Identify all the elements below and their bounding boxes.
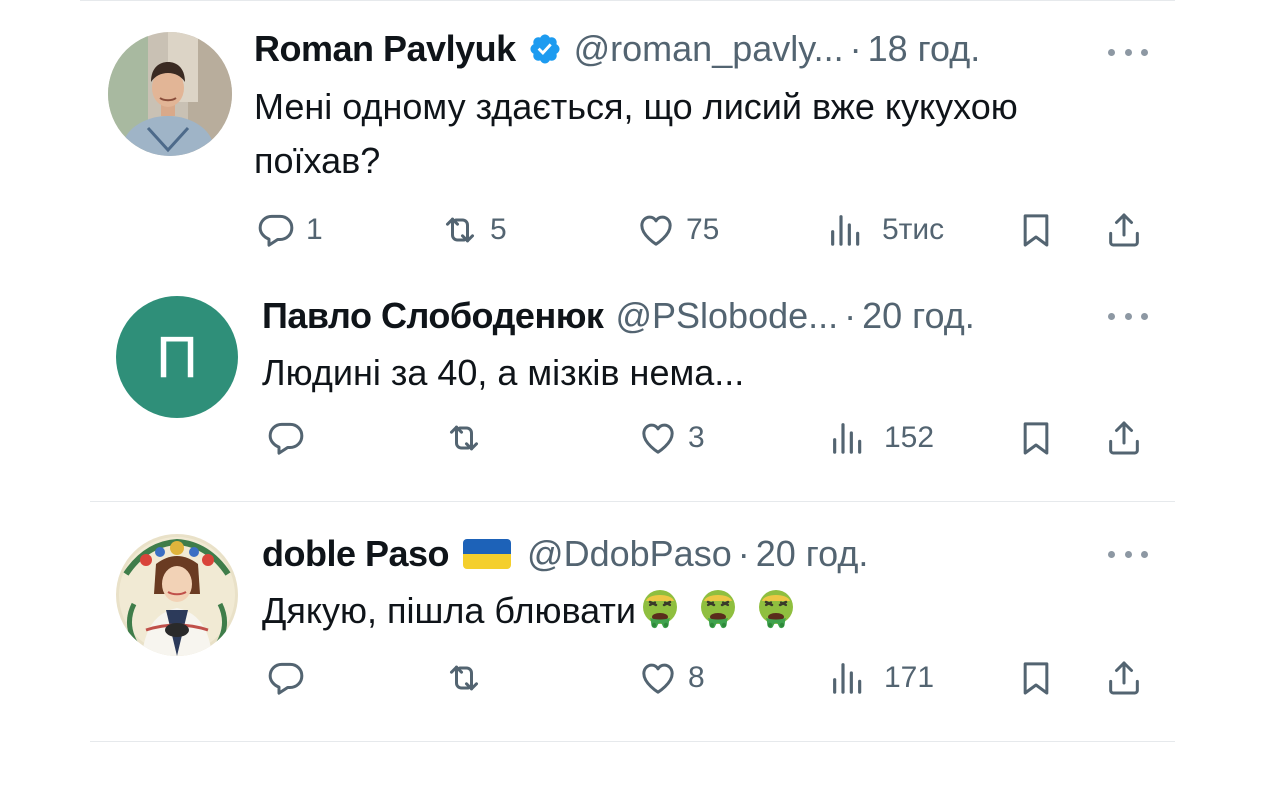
reply-icon bbox=[266, 658, 306, 698]
reply-button[interactable]: 1 bbox=[256, 210, 323, 250]
reply-icon bbox=[266, 418, 306, 458]
reply-button[interactable] bbox=[266, 418, 316, 458]
tweet-actions: 3 152 bbox=[0, 418, 1280, 468]
separator-dot: · bbox=[849, 28, 862, 69]
verified-badge-icon bbox=[528, 32, 562, 66]
share-button[interactable] bbox=[1104, 210, 1144, 250]
views-icon bbox=[828, 658, 868, 698]
views-icon bbox=[826, 210, 866, 250]
display-name[interactable]: Roman Pavlyuk bbox=[254, 27, 516, 71]
tweet-actions: 1 5 75 5тис bbox=[0, 210, 1280, 260]
tweet-pavlo-slobodeniuk[interactable]: П Павло Слободенюк @PSlobode... · 20 год… bbox=[0, 280, 1280, 502]
timestamp[interactable]: 20 год. bbox=[756, 532, 869, 576]
display-name[interactable]: Павло Слободенюк bbox=[262, 294, 604, 338]
like-count: 8 bbox=[688, 661, 705, 694]
share-button[interactable] bbox=[1104, 418, 1144, 458]
views-button[interactable]: 171 bbox=[828, 658, 934, 698]
like-icon bbox=[636, 210, 676, 250]
views-count: 171 bbox=[884, 661, 935, 694]
bookmark-button[interactable] bbox=[1016, 418, 1056, 458]
like-button[interactable]: 3 bbox=[638, 418, 705, 458]
more-icon[interactable] bbox=[1108, 46, 1148, 58]
avatar-pavlo-slobodeniuk[interactable]: П bbox=[116, 296, 238, 418]
reply-button[interactable] bbox=[266, 658, 316, 698]
reply-count: 1 bbox=[306, 213, 323, 246]
like-button[interactable]: 8 bbox=[638, 658, 705, 698]
tweet-divider bbox=[90, 741, 1175, 742]
share-icon bbox=[1104, 418, 1144, 458]
views-icon bbox=[828, 418, 868, 458]
tweet-actions: 8 171 bbox=[0, 658, 1280, 708]
like-button[interactable]: 75 bbox=[636, 210, 719, 250]
share-button[interactable] bbox=[1104, 658, 1144, 698]
views-count: 152 bbox=[884, 421, 935, 454]
like-count: 3 bbox=[688, 421, 705, 454]
avatar-doble-paso[interactable] bbox=[116, 534, 238, 656]
retweet-icon bbox=[444, 658, 484, 698]
timestamp[interactable]: 18 год. bbox=[868, 27, 981, 71]
tweet-header: Roman Pavlyuk @roman_pavly... · 18 год. bbox=[254, 27, 980, 71]
separator-dot: · bbox=[737, 533, 750, 574]
face-vomiting-emoji-icon bbox=[696, 587, 740, 631]
bookmark-icon bbox=[1016, 210, 1056, 250]
retweet-button[interactable] bbox=[444, 418, 494, 458]
tweet-doble-paso[interactable]: doble Paso @DdobPaso · 20 год. Дякую, пі… bbox=[0, 502, 1280, 742]
ukraine-flag-icon bbox=[463, 539, 512, 569]
tweet-header: Павло Слободенюк @PSlobode... · 20 год. bbox=[262, 294, 975, 338]
timestamp[interactable]: 20 год. bbox=[862, 294, 975, 338]
tweet-text-content: Дякую, пішла блювати bbox=[262, 590, 636, 631]
tweet-roman-pavlyuk[interactable]: Roman Pavlyuk @roman_pavly... · 18 год. … bbox=[0, 0, 1280, 280]
tweet-text: Дякую, пішла блювати bbox=[262, 584, 1142, 638]
views-count: 5тис bbox=[882, 213, 945, 246]
like-icon bbox=[638, 658, 678, 698]
tweet-text: Мені одному здається, що лисий вже кукух… bbox=[254, 86, 1018, 181]
reply-icon bbox=[256, 210, 296, 250]
like-icon bbox=[638, 418, 678, 458]
retweet-button[interactable] bbox=[444, 658, 494, 698]
bookmark-button[interactable] bbox=[1016, 210, 1056, 250]
handle[interactable]: @DdobPaso bbox=[527, 532, 732, 576]
share-icon bbox=[1104, 210, 1144, 250]
bookmark-icon bbox=[1016, 658, 1056, 698]
handle[interactable]: @PSlobode... bbox=[615, 294, 838, 338]
views-button[interactable]: 152 bbox=[828, 418, 934, 458]
more-icon[interactable] bbox=[1108, 548, 1148, 560]
bookmark-icon bbox=[1016, 418, 1056, 458]
retweet-count: 5 bbox=[490, 213, 507, 246]
face-vomiting-emoji-icon bbox=[638, 587, 682, 631]
face-vomiting-emoji-icon bbox=[754, 587, 798, 631]
tweet-text: Людині за 40, а мізків нема... bbox=[262, 352, 745, 393]
retweet-icon bbox=[440, 210, 480, 250]
retweet-icon bbox=[444, 418, 484, 458]
like-count: 75 bbox=[686, 213, 720, 246]
display-name[interactable]: doble Paso bbox=[262, 532, 450, 576]
share-icon bbox=[1104, 658, 1144, 698]
retweet-button[interactable]: 5 bbox=[440, 210, 507, 250]
separator-dot: · bbox=[844, 295, 857, 336]
handle[interactable]: @roman_pavly... bbox=[574, 27, 844, 71]
tweet-header: doble Paso @DdobPaso · 20 год. bbox=[262, 532, 868, 576]
more-icon[interactable] bbox=[1108, 310, 1148, 322]
views-button[interactable]: 5тис bbox=[826, 210, 944, 250]
bookmark-button[interactable] bbox=[1016, 658, 1056, 698]
avatar-roman-pavlyuk[interactable] bbox=[108, 32, 232, 156]
